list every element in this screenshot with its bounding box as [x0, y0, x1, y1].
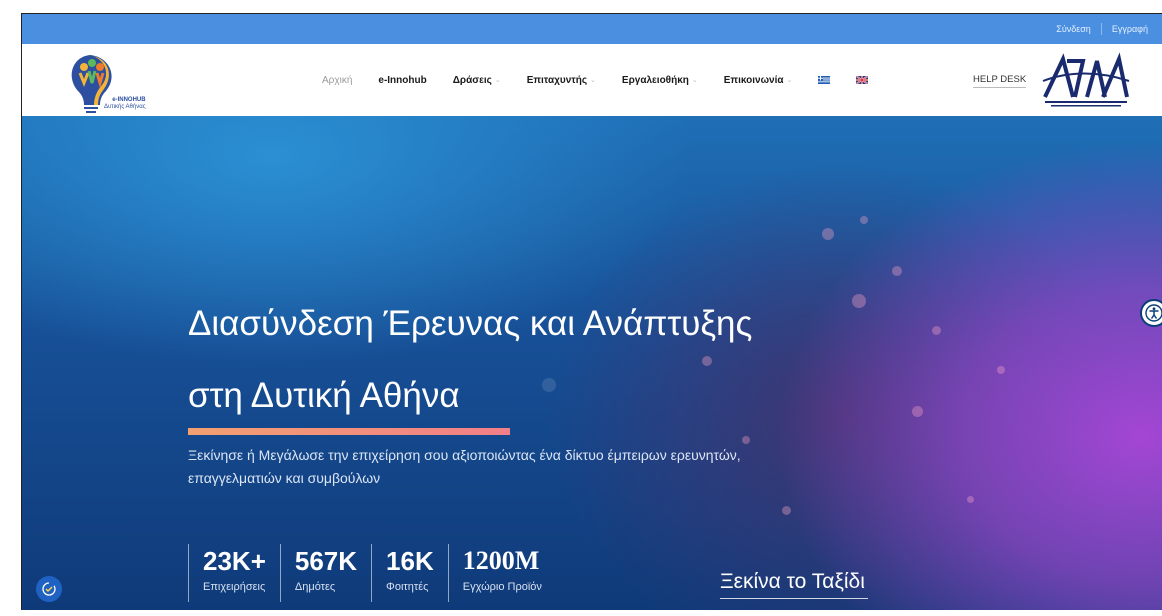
stats-row: 23K+ Επιχειρήσεις 567K Δημότες 16K Φοιτη…: [188, 544, 556, 602]
start-journey-link[interactable]: Ξεκίνα το Ταξίδι: [720, 570, 868, 599]
menu-item-label: Επιταχυντής: [526, 74, 588, 86]
brand-tagline: Δυτικής Αθήνας: [104, 104, 146, 110]
stat-citizens: 567K Δημότες: [279, 544, 371, 602]
chevron-down-icon: ⌄: [691, 77, 698, 84]
site-logo[interactable]: e-INNOHUB Δυτικής Αθήνας: [60, 47, 150, 115]
stat-gdp: 1200M Εγχώριο Προϊόν: [447, 544, 556, 602]
org-emblem-icon: [1042, 52, 1130, 107]
organization-logo[interactable]: [1039, 51, 1134, 111]
stat-value: 23K+: [203, 546, 266, 576]
hero-title-line-2: στη Δυτική Αθήνα: [188, 376, 460, 415]
hero-title: Διασύνδεση Έρευνας και Ανάπτυξης στη Δυτ…: [188, 288, 752, 432]
stat-businesses: 23K+ Επιχειρήσεις: [188, 544, 280, 602]
bokeh-dot: [742, 436, 750, 444]
bokeh-dot: [782, 506, 791, 515]
bokeh-dot: [892, 266, 902, 276]
stat-value: 16K: [386, 546, 434, 576]
stat-value: 1200M: [462, 546, 540, 575]
hero-section: Διασύνδεση Έρευνας και Ανάπτυξης στη Δυτ…: [22, 116, 1162, 610]
chevron-down-icon: ⌄: [494, 77, 501, 84]
brand-name: e-INNOHUB: [112, 97, 146, 103]
stat-label: Φοιτητές: [386, 581, 429, 593]
divider: [1100, 23, 1102, 35]
bokeh-dot: [852, 294, 866, 308]
main-navigation: e-INNOHUB Δυτικής Αθήνας Αρχική e-Innohu…: [22, 44, 1162, 117]
menu-item-toolbox[interactable]: Εργαλειοθήκη ⌄: [622, 75, 698, 86]
accent-bar: [188, 428, 510, 435]
stat-label: Δημότες: [294, 581, 336, 593]
bokeh-dot: [997, 366, 1005, 374]
login-link[interactable]: Σύνδεση: [1056, 24, 1091, 34]
bokeh-dot: [932, 326, 941, 335]
menu-item-label: Αρχική: [322, 74, 353, 86]
bokeh-dot: [912, 406, 923, 417]
help-desk-link[interactable]: HELP DESK: [973, 74, 1027, 88]
menu-item-accelerator[interactable]: Επιταχυντής ⌄: [527, 75, 596, 86]
uk-flag-icon[interactable]: [855, 75, 869, 85]
hero-title-line-1: Διασύνδεση Έρευνας και Ανάπτυξης: [188, 304, 753, 343]
menu-item-label: Δράσεις: [452, 74, 492, 86]
register-link[interactable]: Εγγραφή: [1112, 24, 1148, 34]
browser-frame: Σύνδεση Εγγραφή e-INNOHUB Δυτικής Αθήνας: [21, 13, 1162, 610]
bokeh-dot: [860, 216, 868, 224]
menu-item-label: e-Innohub: [378, 74, 427, 86]
bokeh-dot: [822, 228, 834, 240]
greek-flag-icon[interactable]: [818, 76, 831, 84]
menu-item-innohub[interactable]: e-Innohub: [378, 75, 426, 86]
menu-item-contact[interactable]: Επικοινωνία ⌄: [724, 75, 793, 86]
stat-label: Εγχώριο Προϊόν: [462, 581, 542, 593]
menu-bar: Αρχική e-Innohub Δράσεις ⌄ Επιταχυντής ⌄ Ε…: [322, 44, 869, 116]
menu-item-label: Εργαλειοθήκη: [621, 74, 689, 86]
top-bar: Σύνδεση Εγγραφή: [22, 14, 1162, 44]
menu-item-home[interactable]: Αρχική: [322, 75, 352, 86]
stat-value: 567K: [294, 546, 358, 576]
menu-item-actions[interactable]: Δράσεις ⌄: [453, 75, 501, 86]
stat-students: 16K Φοιτητές: [371, 544, 448, 602]
hero-subtitle: Ξεκίνησε ή Μεγάλωσε την επιχείρηση σου α…: [188, 447, 741, 486]
menu-item-label: Επικοινωνία: [723, 74, 784, 86]
bokeh-dot: [967, 496, 974, 503]
chevron-down-icon: ⌄: [590, 77, 596, 84]
cookie-settings-icon[interactable]: [36, 576, 62, 602]
stat-label: Επιχειρήσεις: [203, 581, 266, 593]
chevron-down-icon: ⌄: [786, 77, 793, 84]
accessibility-icon[interactable]: [1140, 299, 1162, 327]
